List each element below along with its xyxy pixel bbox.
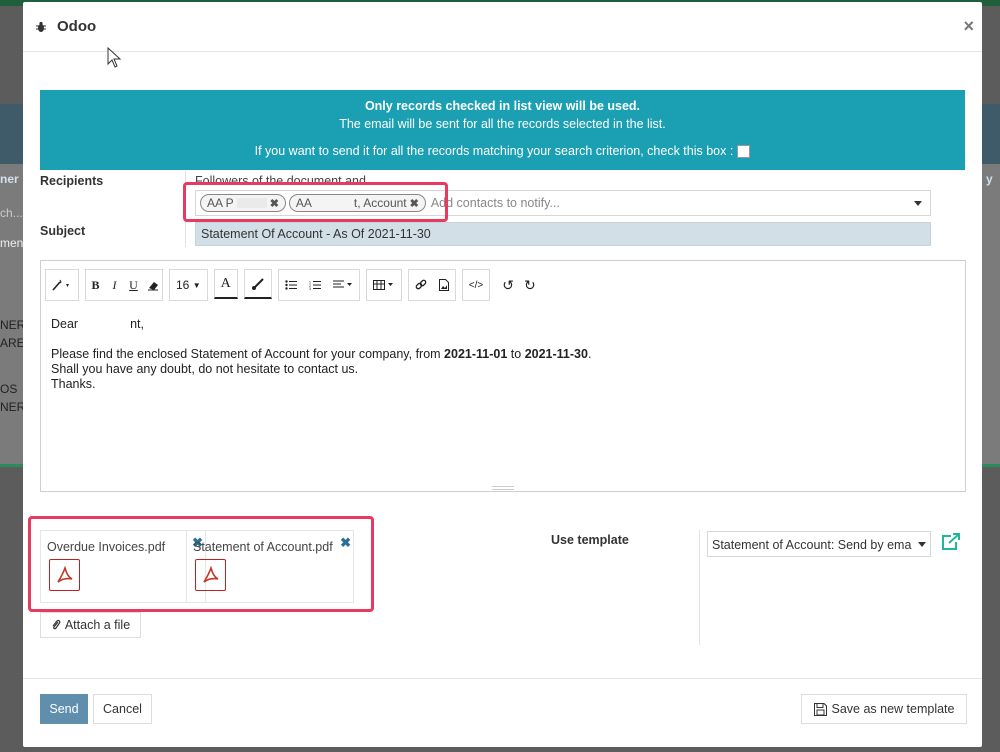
highlight-attachments [28,516,374,612]
greeting-line: Dear nt, [51,317,591,332]
compose-email-dialog: Odoo × Only records checked in list view… [23,2,982,747]
bug-icon [36,21,46,32]
font-size-dropdown[interactable]: 16 ▼ [170,270,207,300]
history-group: ↺ ↻ [502,269,535,301]
email-body[interactable]: Dear nt, Please find the enclosed Stateme… [51,317,591,392]
chevron-down-icon: ▼ [192,280,201,290]
chevron-down-icon[interactable] [914,201,922,206]
floppy-disk-icon [813,702,827,716]
body-text: . [587,347,592,361]
body-text: Please find the enclosed Statement of Ac… [51,347,445,361]
save-as-template-label: Save as new template [831,702,955,716]
date-to: 2021-11-30 [524,347,588,361]
table-icon[interactable] [367,270,401,300]
color-group: A [213,269,272,301]
external-link-icon[interactable] [941,533,961,551]
insert-group [407,269,456,301]
resize-handle[interactable] [492,486,514,490]
recipients-label: Recipients [40,174,104,188]
body-line-2: Shall you have any doubt, do not hesitat… [51,362,359,376]
background-fragment: ner [0,172,19,186]
save-as-template-button[interactable]: Save as new template [801,694,967,724]
alert-line-3-text: If you want to send it for all the recor… [254,144,734,158]
code-view-icon[interactable]: </> [463,270,489,300]
underline-button[interactable]: U [124,270,143,300]
subject-label: Subject [40,224,86,238]
dialog-header: Odoo × [23,2,982,52]
svg-text:3: 3 [309,287,311,290]
body-text: to [507,347,525,361]
greeting-start: Dear [51,317,79,331]
mouse-cursor-icon [107,47,122,68]
editor-toolbar: B I U 16 ▼ A 1 2 3 </> ↺ ↻ [45,269,536,301]
subject-input[interactable]: Statement Of Account - As Of 2021-11-30 [195,222,931,246]
greeting-end: nt, [130,317,144,331]
template-separator [699,530,700,645]
font-style-group: B I U [85,269,163,301]
background-fragment: OS [0,382,18,396]
attach-file-button[interactable]: Attach a file [40,612,141,638]
alert-line-3: If you want to send it for all the recor… [40,142,965,160]
magic-wand-icon[interactable] [46,270,78,300]
highlight-recipients [183,182,448,222]
footer-divider [23,678,982,679]
body-line-1: Please find the enclosed Statement of Ac… [51,347,591,362]
send-button[interactable]: Send [40,694,88,724]
undo-icon[interactable]: ↺ [502,277,514,294]
code-group: </> [461,269,491,301]
image-icon[interactable] [433,270,455,300]
background-fragment: y [986,172,993,186]
background-fragment: ARE [0,336,25,350]
bold-button[interactable]: B [86,270,105,300]
cancel-button[interactable]: Cancel [93,694,152,724]
date-from: 2021-11-01 [444,347,508,361]
use-template-label: Use template [551,533,629,547]
brush-icon[interactable] [243,269,272,299]
numbered-list-icon[interactable]: 123 [303,270,327,300]
link-icon[interactable] [409,270,433,300]
italic-button[interactable]: I [105,270,124,300]
attach-file-label: Attach a file [64,618,131,632]
mass-mail-info-alert: Only records checked in list view will b… [40,90,965,170]
alert-line-2: The email will be sent for all the recor… [339,117,666,131]
paragraph-group: 123 [277,269,360,301]
font-size-value: 16 [176,278,190,292]
html-editor[interactable]: B I U 16 ▼ A 1 2 3 </> ↺ ↻ Dear nt, Plea… [40,260,966,492]
eraser-icon[interactable] [143,270,162,300]
font-size-group: 16 ▼ [169,269,208,301]
align-left-icon[interactable] [327,270,359,300]
bullet-list-icon[interactable] [279,270,303,300]
template-select[interactable]: Statement of Account: Send by ema [707,531,931,557]
alert-line-1: Only records checked in list view will b… [364,99,641,113]
recipients-placeholder: Add contacts to notify... [430,196,560,210]
body-line-3: Thanks. [51,377,96,391]
background-fragment: ch... [0,206,23,220]
dialog-title: Odoo [57,18,97,35]
paperclip-icon [52,619,61,630]
all-records-checkbox[interactable] [737,144,751,158]
table-group [365,269,402,301]
font-color-button[interactable]: A [213,269,238,299]
close-button[interactable]: × [963,16,974,37]
style-group [45,269,79,301]
redo-icon[interactable]: ↻ [524,277,536,294]
chevron-down-icon[interactable] [918,542,926,547]
